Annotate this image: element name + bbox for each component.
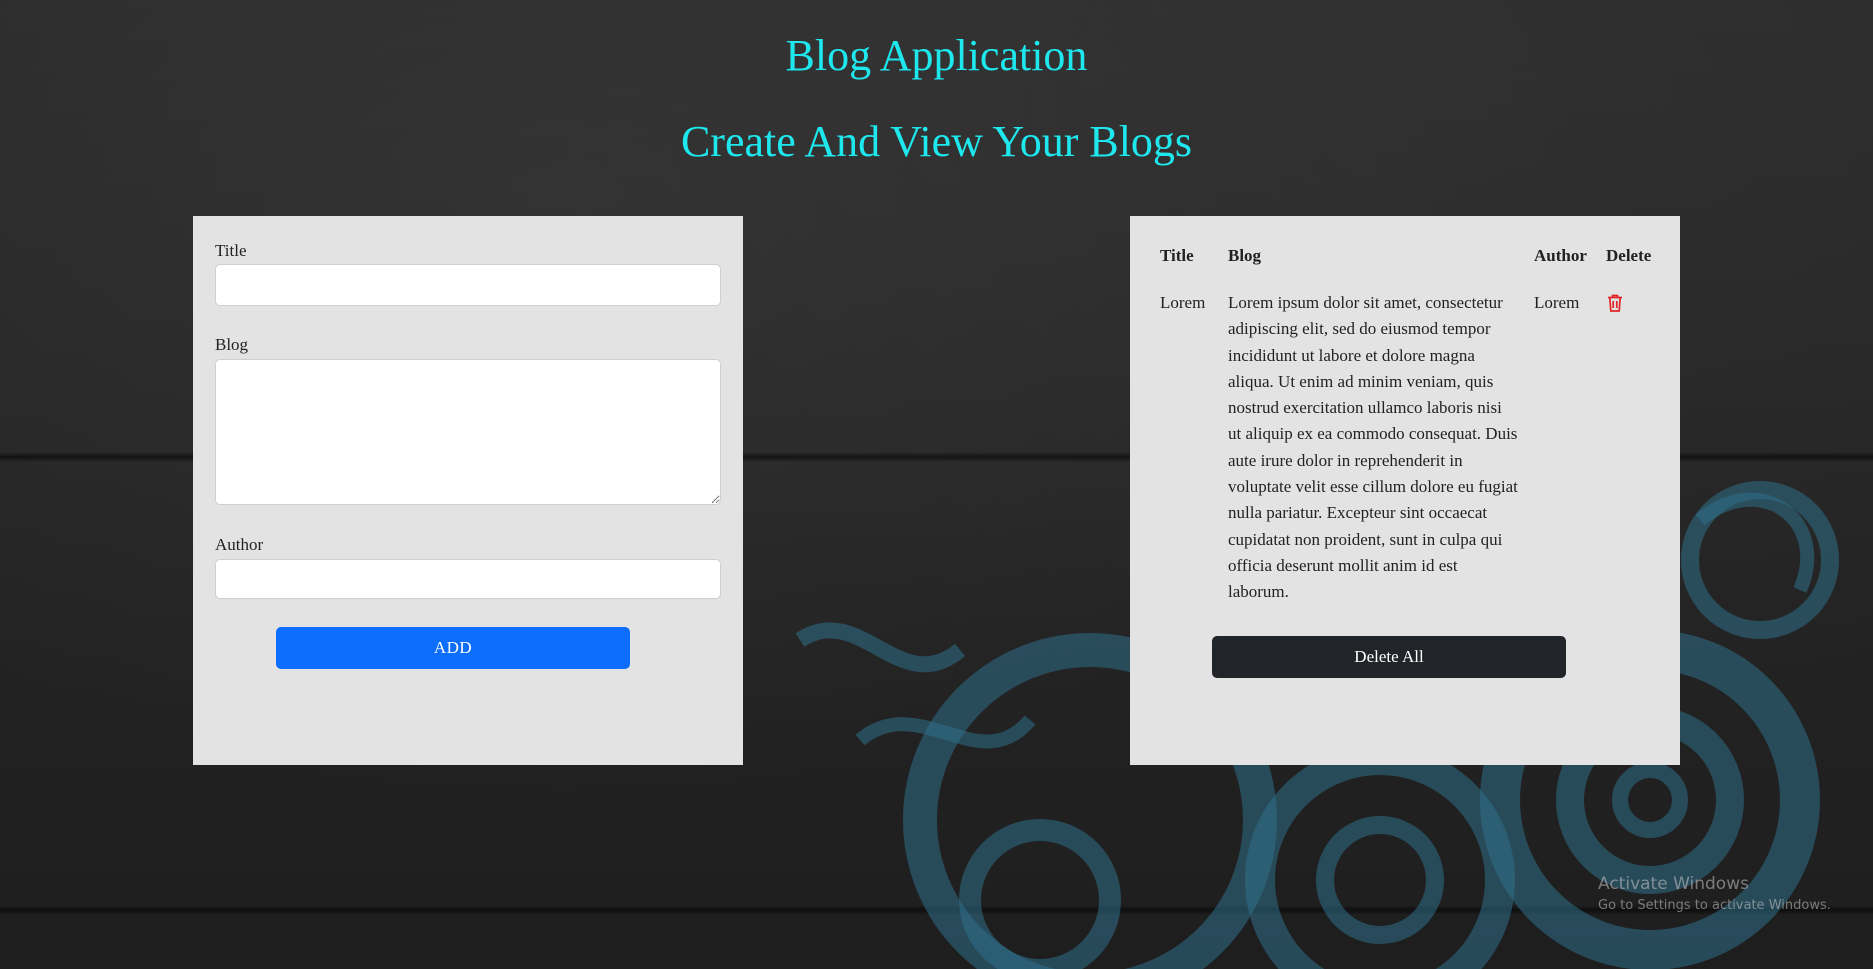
row-title-cell: Lorem (1160, 293, 1206, 312)
watermark-title: Activate Windows (1598, 874, 1749, 894)
column-header-author: Author (1534, 246, 1587, 265)
blog-textarea[interactable] (215, 359, 721, 505)
blog-label: Blog (215, 335, 249, 354)
trash-icon[interactable] (1606, 293, 1624, 313)
title-label: Title (215, 241, 247, 260)
app-subtitle: Create And View Your Blogs (680, 117, 1193, 166)
table-header-row: Title Blog Author Delete (1156, 246, 1659, 282)
watermark-subtitle: Go to Settings to activate Windows. (1598, 898, 1831, 913)
row-author-cell: Lorem (1534, 293, 1580, 312)
row-blog-cell: Lorem ipsum dolor sit amet, consectetur … (1228, 293, 1518, 602)
add-button[interactable]: ADD (276, 627, 630, 669)
blog-table: Title Blog Author Delete Lorem Lorem ips… (1156, 246, 1659, 614)
author-input[interactable] (215, 559, 721, 599)
blog-form-panel: Title Blog Author ADD (193, 216, 743, 765)
column-header-title: Title (1160, 246, 1194, 265)
row-delete-cell (1598, 282, 1659, 614)
column-header-blog: Blog (1228, 246, 1262, 265)
app-title: Blog Application (785, 31, 1088, 80)
column-header-delete: Delete (1606, 246, 1652, 265)
blog-list-panel: Title Blog Author Delete Lorem Lorem ips… (1130, 216, 1680, 765)
title-input[interactable] (215, 264, 721, 306)
author-label: Author (215, 535, 264, 554)
table-row: Lorem Lorem ipsum dolor sit amet, consec… (1156, 282, 1659, 614)
delete-all-button[interactable]: Delete All (1212, 636, 1566, 678)
activate-windows-watermark: Activate Windows Go to Settings to activ… (1598, 874, 1831, 913)
